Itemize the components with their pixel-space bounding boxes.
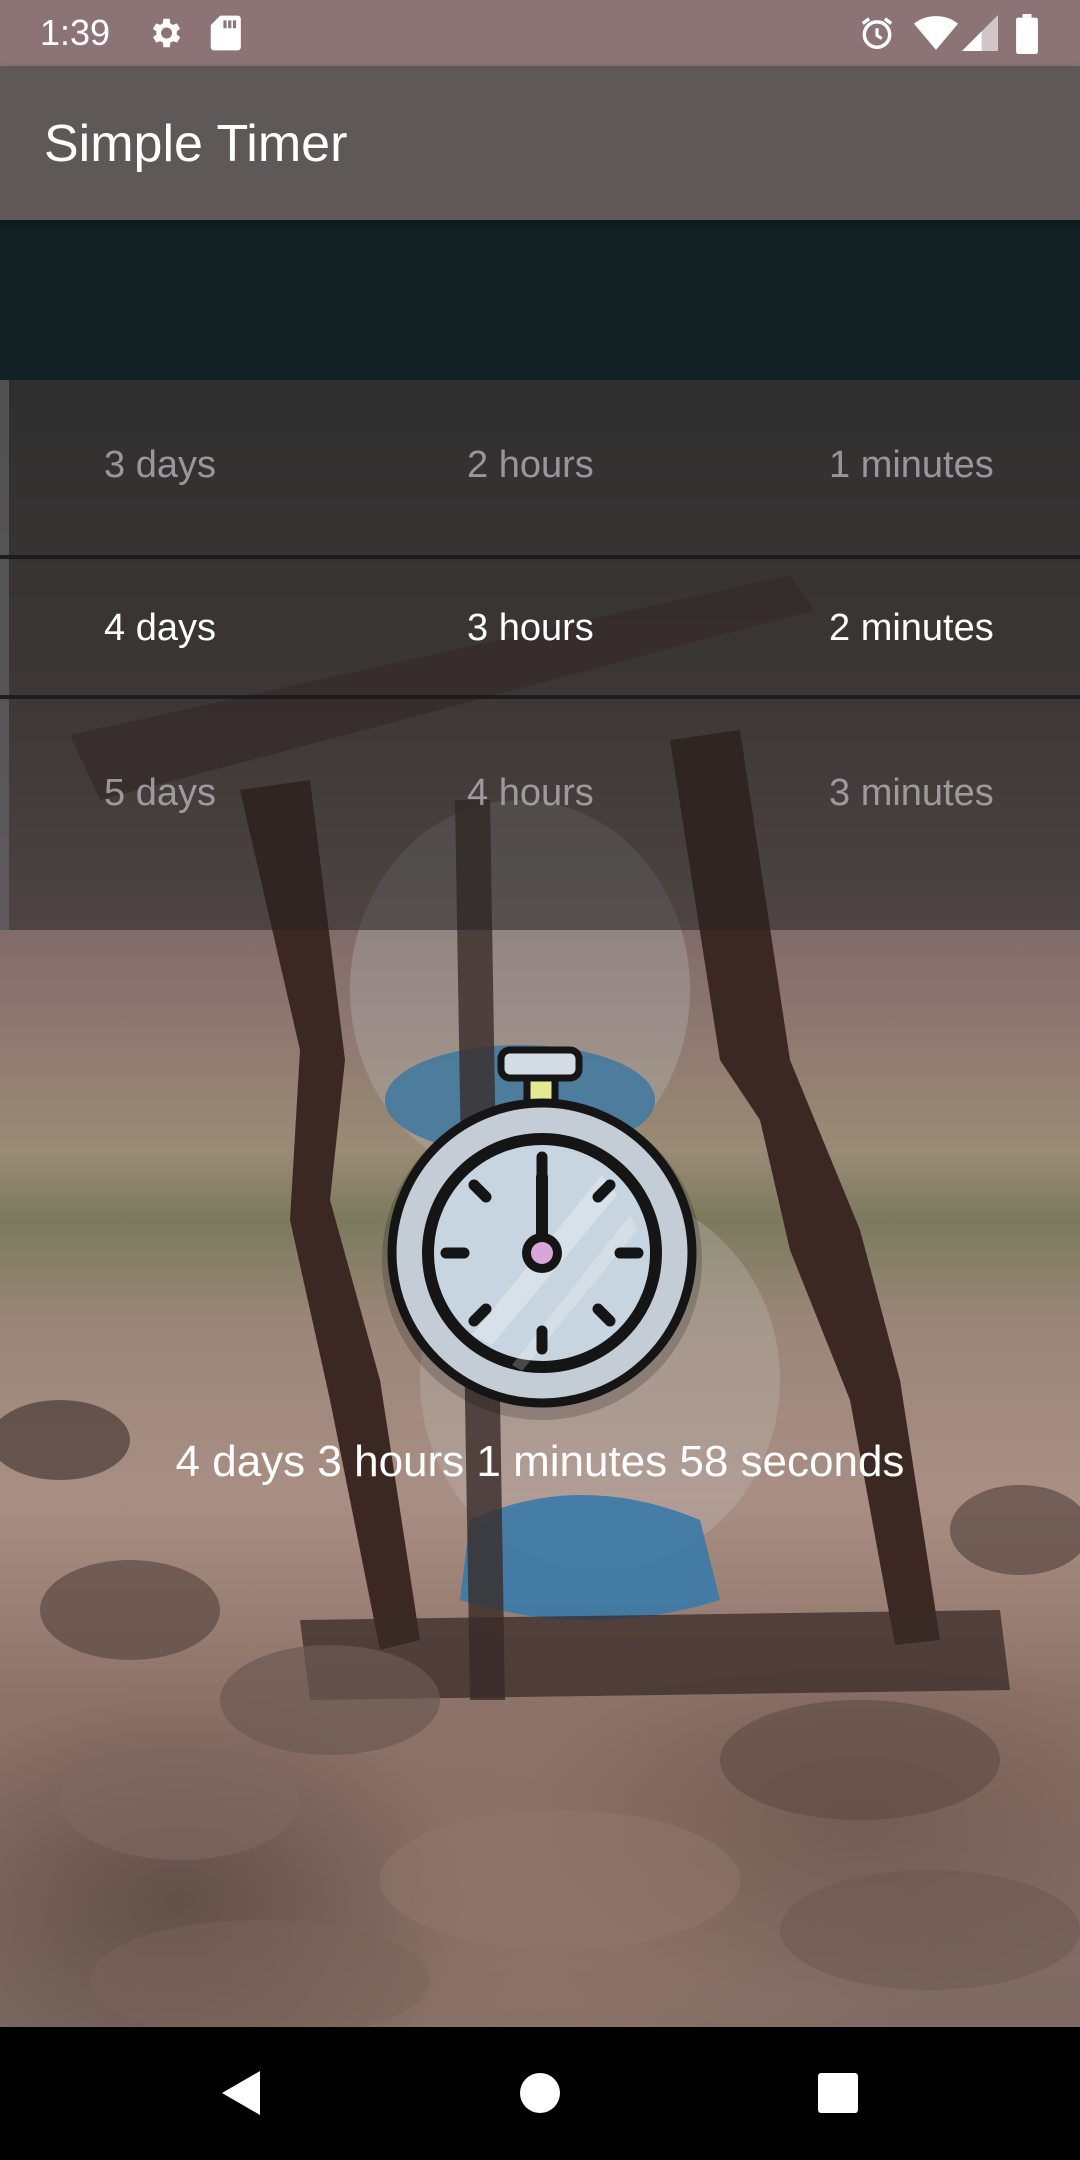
duration-picker[interactable]: 3 days 2 hours 1 minutes 4 days 3 hours … (0, 380, 1080, 930)
signal-icon (962, 14, 998, 57)
status-bar: 1:39 (0, 0, 1080, 66)
alarm-icon (858, 14, 896, 57)
wifi-icon (914, 14, 958, 57)
remaining-time-label: 4 days 3 hours 1 minutes 58 seconds (175, 1437, 905, 1486)
days-option[interactable]: 5 days (104, 728, 216, 858)
days-selected[interactable]: 4 days (104, 563, 216, 693)
screen: 1:39 Simple Timer 3 days 2 hours 1 minut… (0, 0, 1080, 2160)
battery-icon (1016, 14, 1038, 59)
picker-selection-divider-top (0, 555, 1080, 559)
app-title: Simple Timer (44, 115, 348, 173)
stopwatch-icon[interactable] (382, 1045, 702, 1423)
hours-option[interactable]: 4 hours (467, 728, 594, 858)
minutes-option[interactable]: 1 minutes (829, 400, 994, 530)
picker-row-previous[interactable]: 3 days 2 hours 1 minutes (0, 400, 1080, 530)
hours-selected[interactable]: 3 hours (467, 563, 594, 693)
picker-selection-divider-bottom (0, 695, 1080, 699)
minutes-selected[interactable]: 2 minutes (829, 563, 994, 693)
settings-icon (146, 14, 184, 57)
picker-row-selected[interactable]: 4 days 3 hours 2 minutes (0, 563, 1080, 693)
minutes-option[interactable]: 3 minutes (829, 728, 994, 858)
days-option[interactable]: 3 days (104, 400, 216, 530)
status-time: 1:39 (40, 12, 111, 53)
home-icon[interactable] (510, 2063, 570, 2123)
header-band (0, 220, 1080, 380)
picker-row-next[interactable]: 5 days 4 hours 3 minutes (0, 728, 1080, 858)
navigation-bar (0, 2027, 1080, 2160)
hours-option[interactable]: 2 hours (467, 400, 594, 530)
app-bar: Simple Timer (0, 66, 1080, 220)
back-icon[interactable] (210, 2063, 270, 2123)
recents-icon[interactable] (808, 2063, 868, 2123)
sd-card-icon (208, 14, 242, 57)
